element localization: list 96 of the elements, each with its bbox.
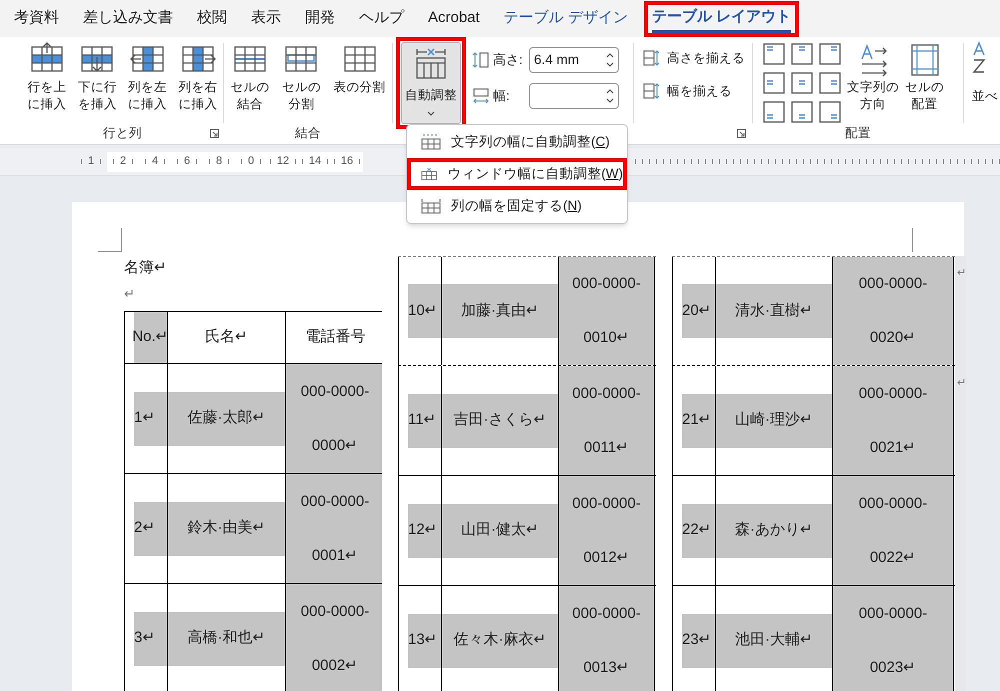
align-icon[interactable] [819,101,841,123]
group-label: 配置 [845,125,871,142]
table-cell: 000-0000- 0012↵ [558,476,655,585]
paragraph-mark: ↵ [124,285,135,303]
table-cell: 000-0000- 0000↵ [285,364,382,473]
table-cell: 000-0000- 0023↵ [832,586,954,691]
ribbon-button[interactable]: 行を上 に挿入 [26,37,69,123]
distribute-icon [643,83,661,100]
align-icon[interactable] [819,43,841,65]
align-icon[interactable] [763,101,785,123]
table-cell: 2↵ [124,474,167,583]
group-label: 行と列 [103,125,142,142]
table-cell: 000-0000- 0022↵ [832,476,954,585]
menu-item[interactable]: 列の幅を固定する(N) [411,194,623,218]
table-cell: 佐々木·麻衣↵ [441,586,558,691]
spinner-icon[interactable] [606,51,614,69]
table-width-icon [421,198,441,214]
align-icon[interactable] [791,101,813,123]
table-cell: 21↵ [672,366,715,475]
align-icon[interactable] [791,72,813,94]
table-cell: 3↵ [124,584,167,691]
ribbon-button[interactable]: 下に行 を挿入 [76,37,119,123]
align-icon[interactable] [763,43,785,65]
dialog-launcher-icon[interactable] [210,129,219,138]
table-cell: 000-0000- 0020↵ [832,257,954,365]
row-end-mark: ↵ [957,267,966,279]
table-cell: 加藤·真由↵ [441,257,558,365]
distribute-columns-button[interactable]: 幅を揃える [643,82,752,100]
table-cell: 000-0000- 0013↵ [558,586,655,691]
table-cell: 池田·大輔↵ [715,586,832,691]
table-cell: 山崎·理沙↵ [715,366,832,475]
sort-button[interactable]: 並べ [972,41,998,106]
table-header-cell: 氏名↵ [167,312,285,363]
ribbon-button[interactable]: セルの 分割 [280,37,323,123]
align-icon[interactable] [819,72,841,94]
ribbon-tab[interactable]: 考資料 [14,4,59,32]
margin-corner-mark [98,228,122,252]
ribbon-tab[interactable]: テーブル デザイン [504,4,628,32]
spinner-icon[interactable] [606,87,614,105]
dialog-launcher-icon[interactable] [737,129,746,138]
chevron-down-icon [427,110,435,116]
table-cell: 22↵ [672,476,715,585]
column-width-icon [472,87,490,105]
table-cell: 吉田·さくら↵ [441,366,558,475]
table-width-icon [421,134,441,150]
table-cell: 1↵ [124,364,167,473]
table-cell: 000-0000- 0002↵ [285,584,382,691]
table-cell: 000-0000- 0011↵ [558,366,655,475]
width-field[interactable] [529,83,619,109]
table-cell: 10↵ [398,257,441,365]
table-header-cell: No.↵ [124,312,167,363]
table-header-cell: 電話番号 [285,312,382,363]
table-cell: 11↵ [398,366,441,475]
height-field[interactable]: 6.4 mm [529,47,619,73]
ribbon-button[interactable]: 表の分割 [332,37,388,123]
ribbon-tab[interactable]: テーブル レイアウト [652,4,792,32]
table-cell: 13↵ [398,586,441,691]
autofit-button[interactable]: 自動調整 [401,42,461,124]
group-label: 結合 [295,125,321,142]
table-cell: 森·あかり↵ [715,476,832,585]
menu-item[interactable]: ウィンドウ幅に自動調整(W) [411,162,623,186]
cell-margins-button[interactable]: セルの 配置 [905,43,944,123]
align-icon[interactable] [791,43,813,65]
row-end-mark: ↵ [957,377,966,389]
field-label: 高さ: [493,51,524,70]
table-cell: 20↵ [672,257,715,365]
ribbon-button[interactable]: 列を左 に挿入 [126,37,170,123]
ribbon-tab[interactable]: Acrobat [428,4,480,32]
table-cell: 鈴木·由美↵ [167,474,285,583]
table-cell: 山田·健太↵ [441,476,558,585]
document-title: 名簿↵ [124,259,168,278]
ribbon-button[interactable]: 列を右 に挿入 [176,37,220,123]
table-width-icon [421,166,438,182]
table-cell: 12↵ [398,476,441,585]
ruler: 1 2 4 6 8 0 12 14 16 [75,152,395,172]
ribbon-tab[interactable]: 表示 [251,4,281,32]
field-label: 幅: [493,87,511,106]
ribbon-tab[interactable]: 校閲 [197,4,227,32]
table-cell: 清水·直樹↵ [715,257,832,365]
table-cell: 高橋·和也↵ [167,584,285,691]
text-direction-button[interactable]: 文字列の 方向 [847,43,899,123]
ribbon-button[interactable]: セルの 結合 [228,37,272,123]
distribute-icon [643,50,661,66]
table-cell: 23↵ [672,586,715,691]
distribute-rows-button[interactable]: 高さを揃える [643,49,752,68]
table-cell: 佐藤·太郎↵ [167,364,285,473]
cell-margins-icon [908,43,940,77]
ribbon-tab[interactable]: 開発 [305,4,335,32]
table-cell: 000-0000- 0010↵ [558,257,655,365]
table-cell: 000-0000- 0021↵ [832,366,954,475]
menu-item[interactable]: 文字列の幅に自動調整(C) [411,130,623,154]
table-cell: 000-0000- 0001↵ [285,474,382,583]
row-height-icon [472,51,490,69]
ribbon-tab[interactable]: ヘルプ [359,4,404,32]
align-icon[interactable] [763,72,785,94]
ribbon-tab[interactable]: 差し込み文書 [83,4,173,32]
